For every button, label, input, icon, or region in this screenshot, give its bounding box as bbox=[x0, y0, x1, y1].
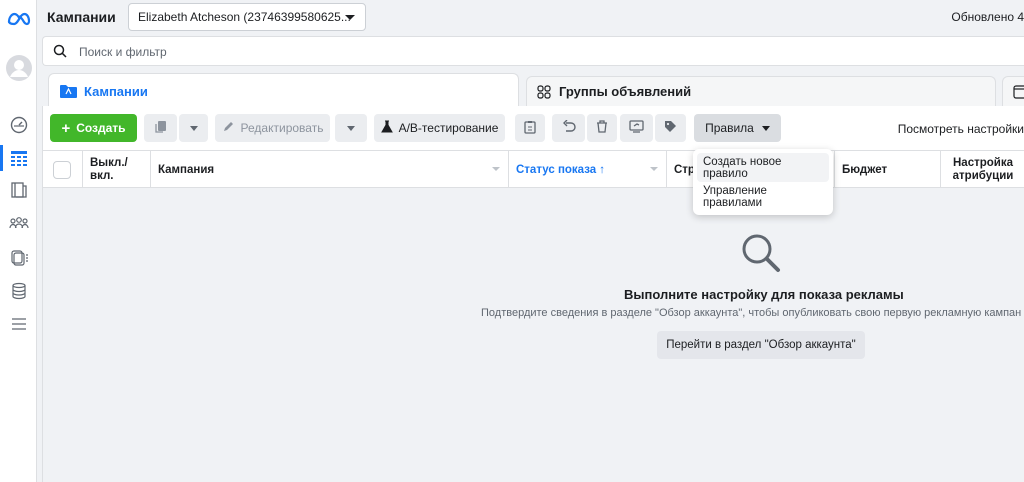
catalog-icon[interactable] bbox=[0, 244, 37, 270]
export-button[interactable] bbox=[620, 114, 653, 142]
empty-state-title: Выполните настройку для показа рекламы bbox=[624, 287, 904, 302]
sort-caret-icon bbox=[650, 167, 658, 171]
tab-campaigns[interactable]: Кампании bbox=[48, 73, 519, 107]
tab-ad-sets-label: Группы объявлений bbox=[559, 84, 692, 99]
table-body-empty bbox=[42, 188, 1024, 482]
caret-down-icon bbox=[761, 125, 770, 131]
duplicate-dropdown-button[interactable] bbox=[179, 114, 208, 142]
search-placeholder: Поиск и фильтр bbox=[79, 45, 167, 59]
caret-down-icon bbox=[189, 125, 198, 131]
trash-icon bbox=[596, 120, 608, 136]
caret-down-icon bbox=[347, 125, 355, 131]
column-header-budget-label: Бюджет bbox=[842, 163, 888, 176]
toolbar: + Создать Редактировать A/B-тестирование bbox=[42, 106, 1024, 150]
plus-icon: + bbox=[61, 119, 71, 137]
edit-button-label: Редактировать bbox=[240, 121, 324, 135]
account-selector-label: Elizabeth Atcheson (23746399580625... bbox=[138, 10, 351, 24]
rules-dropdown-menu: Создать новое правило Управление правила… bbox=[693, 149, 833, 215]
column-header-campaign-label: Кампания bbox=[158, 163, 215, 176]
top-bar: Кампании Elizabeth Atcheson (23746399580… bbox=[37, 0, 1024, 35]
table-header: Выкл./ вкл. Кампания Статус показа ↑ Стр… bbox=[42, 150, 1024, 188]
export-icon bbox=[629, 120, 644, 136]
sort-caret-icon bbox=[492, 167, 500, 171]
go-to-account-overview-button[interactable]: Перейти в раздел "Обзор аккаунта" bbox=[657, 331, 865, 359]
left-navigation-rail bbox=[0, 0, 37, 482]
tab-ad-sets[interactable]: Группы объявлений bbox=[526, 76, 996, 107]
billing-icon[interactable] bbox=[0, 278, 37, 304]
tag-button[interactable] bbox=[655, 114, 686, 142]
menu-icon[interactable] bbox=[0, 311, 37, 337]
column-header-delivery-status-label: Статус показа bbox=[516, 163, 597, 176]
page-title: Кампании bbox=[47, 9, 116, 25]
create-button-label: Создать bbox=[76, 121, 126, 135]
overview-icon[interactable] bbox=[0, 112, 37, 138]
search-input[interactable]: Поиск и фильтр bbox=[42, 36, 1024, 66]
undo-icon bbox=[562, 119, 576, 136]
caret-down-icon bbox=[345, 15, 355, 20]
duplicate-button[interactable] bbox=[144, 114, 177, 142]
audiences-icon[interactable] bbox=[0, 211, 37, 237]
view-settings-link[interactable]: Посмотреть настройки bbox=[898, 122, 1024, 136]
select-all-checkbox[interactable] bbox=[53, 160, 71, 179]
delete-button[interactable] bbox=[587, 114, 617, 142]
tag-icon bbox=[664, 120, 677, 136]
clipboard-button[interactable] bbox=[515, 114, 545, 142]
column-header-toggle-label: Выкл./ вкл. bbox=[90, 156, 128, 182]
column-header-strategy-label: Стр bbox=[674, 163, 695, 176]
column-header-attribution[interactable]: Настройка атрибуции bbox=[941, 151, 1024, 188]
folder-icon bbox=[60, 84, 77, 101]
magnifier-icon bbox=[740, 232, 782, 277]
select-all-cell bbox=[43, 151, 83, 188]
rules-button[interactable]: Правила bbox=[694, 114, 781, 142]
tab-campaigns-label: Кампании bbox=[84, 84, 148, 99]
column-header-campaign[interactable]: Кампания bbox=[151, 151, 509, 188]
menu-item-create-rule[interactable]: Создать новое правило bbox=[697, 153, 829, 182]
search-icon bbox=[53, 44, 67, 61]
pencil-icon bbox=[222, 120, 235, 136]
updated-status: Обновлено 4 bbox=[951, 10, 1024, 24]
meta-logo-icon[interactable] bbox=[0, 6, 37, 32]
ad-sets-grid-icon bbox=[537, 85, 551, 102]
column-header-budget[interactable]: Бюджет bbox=[835, 151, 941, 188]
tab-ads[interactable] bbox=[1002, 76, 1024, 107]
profile-avatar[interactable] bbox=[0, 54, 37, 82]
create-button[interactable]: + Создать bbox=[50, 114, 137, 142]
clipboard-icon bbox=[524, 120, 536, 137]
column-header-toggle[interactable]: Выкл./ вкл. bbox=[83, 151, 151, 188]
undo-button[interactable] bbox=[552, 114, 585, 142]
sort-ascending-icon: ↑ bbox=[599, 163, 605, 176]
pages-icon[interactable] bbox=[0, 177, 37, 203]
column-header-delivery-status[interactable]: Статус показа ↑ bbox=[509, 151, 667, 188]
account-selector[interactable]: Elizabeth Atcheson (23746399580625... bbox=[128, 3, 366, 31]
empty-state-subtitle: Подтвердите сведения в разделе "Обзор ак… bbox=[481, 307, 1022, 319]
ab-test-button-label: A/B-тестирование bbox=[398, 121, 499, 135]
duplicate-icon bbox=[154, 120, 168, 137]
ads-icon bbox=[1013, 85, 1024, 102]
edit-button[interactable]: Редактировать bbox=[215, 114, 330, 142]
column-header-attribution-label: Настройка атрибуции bbox=[952, 156, 1014, 182]
ab-test-button[interactable]: A/B-тестирование bbox=[374, 114, 505, 142]
menu-item-manage-rules[interactable]: Управление правилами bbox=[697, 182, 829, 211]
edit-dropdown-button[interactable] bbox=[335, 114, 367, 142]
campaigns-table-icon[interactable] bbox=[0, 145, 37, 171]
rules-button-label: Правила bbox=[705, 121, 754, 135]
flask-icon bbox=[380, 120, 393, 136]
